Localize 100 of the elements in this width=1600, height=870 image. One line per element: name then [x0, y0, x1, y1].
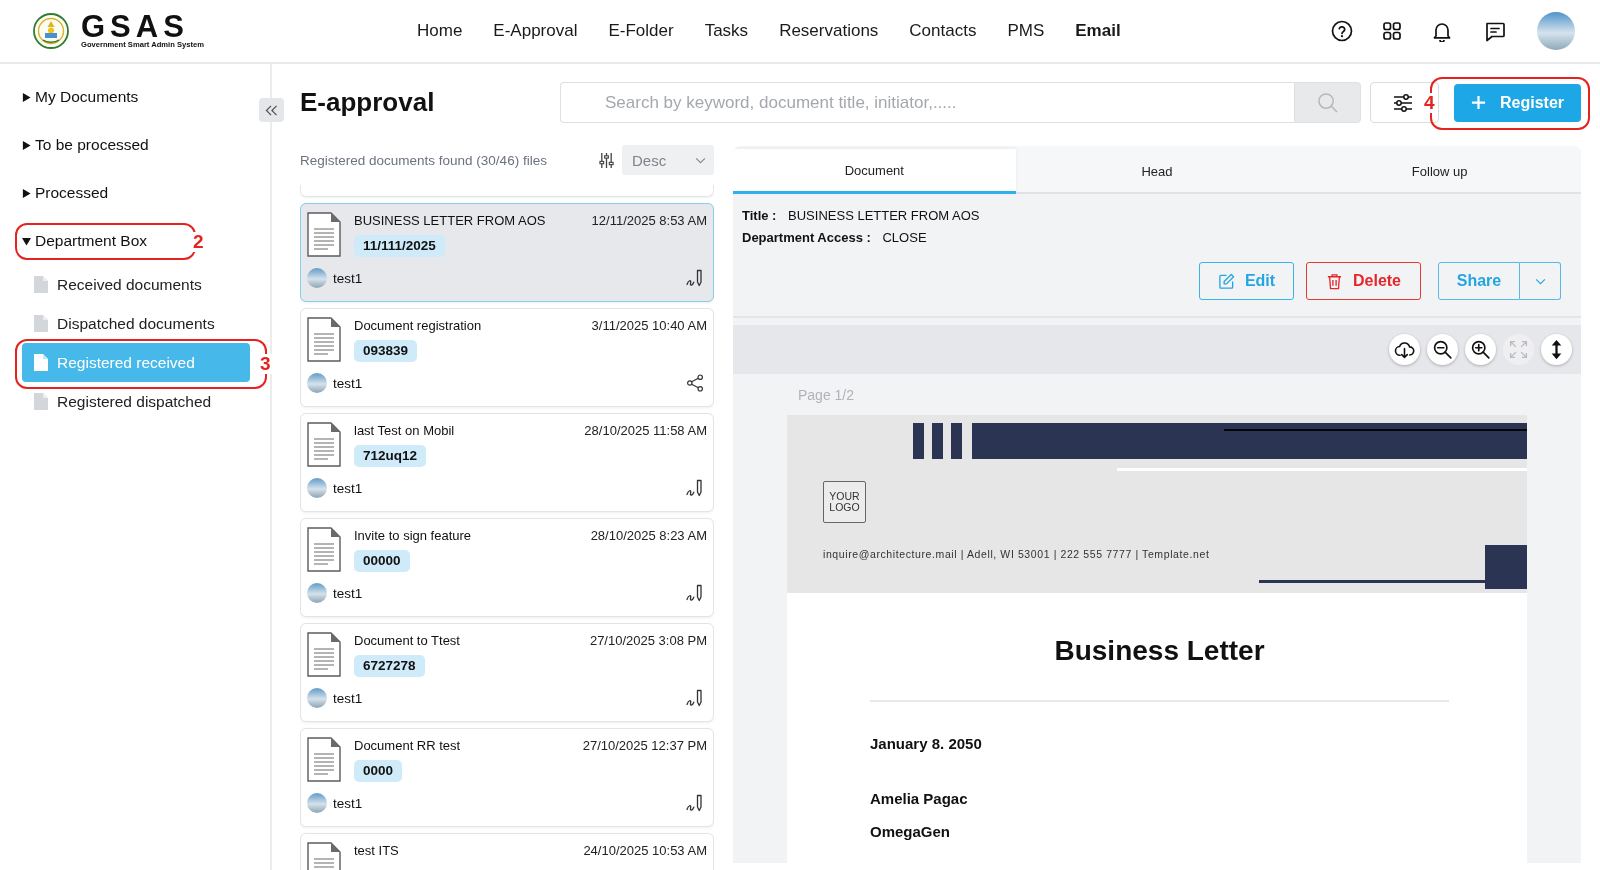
- zoom-in-icon: [1470, 339, 1491, 360]
- signature-icon[interactable]: [686, 479, 704, 497]
- help-icon[interactable]: [1331, 20, 1353, 42]
- fit-height-button[interactable]: [1541, 334, 1572, 365]
- nav-link[interactable]: Contacts: [909, 21, 977, 41]
- filter-button[interactable]: [1370, 82, 1439, 123]
- chat-icon[interactable]: [1484, 20, 1506, 42]
- field-label: Title :: [742, 208, 777, 223]
- user-name: test1: [333, 375, 363, 391]
- reference-tag: 00000: [354, 550, 410, 572]
- letter-date: January 8. 2050: [870, 734, 982, 754]
- document-icon: [307, 737, 341, 782]
- file-icon: [34, 276, 48, 293]
- chevron-down-icon: [695, 156, 706, 164]
- emblem-icon: [33, 13, 69, 49]
- field-value: BUSINESS LETTER FROM AOS: [788, 208, 980, 223]
- sidebar-item[interactable]: Processed: [22, 169, 109, 217]
- tab[interactable]: Head: [1015, 149, 1299, 194]
- nav-link[interactable]: Email: [1075, 21, 1121, 41]
- document-card[interactable]: Document registration 3/11/2025 10:40 AM 093839 test1: [300, 308, 714, 407]
- user-avatar: [307, 793, 327, 813]
- document-icon: [307, 527, 341, 572]
- signature-icon[interactable]: [686, 269, 704, 287]
- user-avatar[interactable]: [1537, 12, 1575, 50]
- signature-icon[interactable]: [686, 584, 704, 602]
- sidebar-subitem[interactable]: Dispatched documents: [22, 304, 250, 343]
- document-card[interactable]: Document to Ttest 27/10/2025 3:08 PM 6727278 test1: [300, 623, 714, 722]
- address-line: Amelia Pagac: [870, 789, 968, 809]
- document-date: 28/10/2025 11:58 AM: [584, 423, 707, 439]
- reference-tag: 11/111/2025: [354, 235, 445, 257]
- sidebar-item[interactable]: My Documents: [22, 73, 139, 121]
- document-date: 3/11/2025 10:40 AM: [591, 318, 707, 334]
- reference-tag: 093839: [354, 340, 418, 362]
- header-stripe: [951, 423, 962, 459]
- bell-icon[interactable]: [1431, 20, 1453, 42]
- apps-icon[interactable]: [1381, 20, 1403, 42]
- field-value: CLOSE: [882, 230, 927, 245]
- document-icon: [307, 317, 341, 362]
- chevron-down-icon: [1534, 277, 1546, 285]
- address-line: OmegaGen: [870, 822, 951, 842]
- document-card[interactable]: Document RR test 27/10/2025 12:37 PM 0000 test1: [300, 728, 714, 827]
- user-avatar: [307, 373, 327, 393]
- document-title: test ITS: [354, 843, 399, 859]
- nav-link[interactable]: PMS: [1007, 21, 1045, 41]
- page-indicator: Page 1/2: [798, 386, 855, 404]
- nav-link[interactable]: E-Approval: [493, 21, 578, 41]
- letter-heading: Business Letter: [1054, 634, 1265, 668]
- document-date: 27/10/2025 3:08 PM: [589, 633, 707, 649]
- delete-button[interactable]: Delete: [1306, 262, 1421, 300]
- sliders-icon[interactable]: [599, 151, 614, 169]
- document-date: 27/10/2025 12:37 PM: [582, 738, 707, 754]
- nav-link[interactable]: Reservations: [779, 21, 879, 41]
- document-title: Invite to sign feature: [354, 528, 472, 544]
- sidebar-item[interactable]: To be processed: [22, 121, 149, 169]
- reference-tag: 0000: [354, 760, 403, 782]
- user-name: test1: [333, 585, 363, 601]
- document-date: 28/10/2025 8:23 AM: [590, 528, 707, 544]
- nav-link[interactable]: Home: [417, 21, 463, 41]
- signature-icon[interactable]: [686, 689, 704, 707]
- sidebar-item[interactable]: Department Box: [22, 217, 147, 265]
- user-avatar: [307, 268, 327, 288]
- annotation-number: 4: [1423, 92, 1436, 113]
- results-count: Registered documents found (30/46) files: [300, 152, 548, 168]
- header-stripe: [932, 423, 943, 459]
- nav-link[interactable]: Tasks: [704, 21, 749, 41]
- document-card[interactable]: BUSINESS LETTER FROM AOS 12/11/2025 8:53 AM 11/111/2025 test1: [300, 203, 714, 302]
- user-avatar: [307, 583, 327, 603]
- document-title: last Test on Mobil: [354, 423, 455, 439]
- document-icon: [307, 212, 341, 257]
- company-logo: YOUR LOGO: [823, 481, 866, 523]
- trash-icon: [1326, 272, 1343, 290]
- sidebar-subitem[interactable]: Received documents: [22, 265, 250, 304]
- file-icon: [34, 393, 48, 410]
- document-date: 24/10/2025 10:53 AM: [583, 843, 707, 859]
- signature-icon[interactable]: [686, 794, 704, 812]
- document-title: Document registration: [354, 318, 482, 334]
- tab[interactable]: Document: [733, 149, 1016, 194]
- document-title: Document to Ttest: [354, 633, 460, 649]
- download-button[interactable]: [1389, 334, 1420, 365]
- reference-tag: 6727278: [354, 655, 425, 677]
- page-title: E-approval: [300, 87, 436, 118]
- double-chevron-left-icon: [265, 104, 278, 116]
- zoom-out-icon: [1432, 339, 1453, 360]
- tab[interactable]: Follow up: [1298, 149, 1581, 194]
- document-card[interactable]: last Test on Mobil 28/10/2025 11:58 AM 712uq12 test1: [300, 413, 714, 512]
- nav-link[interactable]: E-Folder: [608, 21, 674, 41]
- collapse-button[interactable]: [259, 98, 284, 122]
- document-card[interactable]: Invite to sign feature 28/10/2025 8:23 AM 00000 test1: [300, 518, 714, 617]
- user-name: test1: [333, 480, 363, 496]
- search-field[interactable]: Search by keyword, document title, initiator,.....: [560, 82, 1294, 123]
- reference-tag: 712uq12: [354, 445, 427, 467]
- document-date: 12/11/2025 8:53 AM: [591, 213, 707, 229]
- zoom-out-button[interactable]: [1427, 334, 1458, 365]
- share-icon[interactable]: [686, 374, 704, 392]
- document-card[interactable]: test ITS 24/10/2025 10:53 AM: [300, 833, 714, 870]
- zoom-in-button[interactable]: [1465, 334, 1496, 365]
- field-label: Department Access :: [742, 230, 871, 245]
- sidebar-subitem[interactable]: Registered dispatched: [22, 382, 250, 421]
- sliders-icon: [1393, 93, 1413, 112]
- user-name: test1: [333, 795, 363, 811]
